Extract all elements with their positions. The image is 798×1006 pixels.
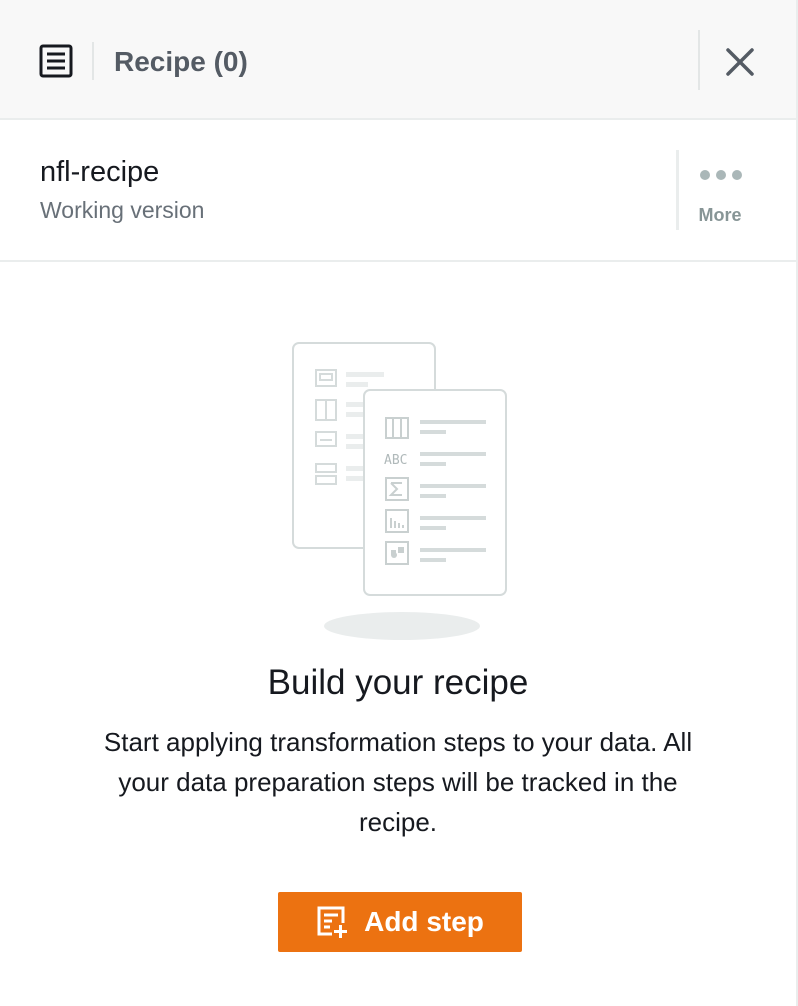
svg-text:ABC: ABC bbox=[384, 453, 407, 468]
add-step-icon bbox=[317, 906, 350, 939]
recipe-documents-illustration: ABC bbox=[292, 342, 507, 640]
panel-title: Recipe (0) bbox=[114, 46, 248, 77]
empty-state-description: Start applying transformation steps to y… bbox=[103, 727, 693, 837]
recipe-panel: Recipe (0) nfl-recipe Working version Mo… bbox=[0, 0, 798, 1006]
more-label: More bbox=[698, 205, 742, 225]
list-icon bbox=[39, 44, 73, 78]
add-step-button[interactable]: Add step bbox=[278, 892, 522, 952]
recipe-row-divider bbox=[676, 150, 679, 230]
header-divider-right bbox=[698, 30, 700, 90]
empty-state-title: Build your recipe bbox=[267, 663, 529, 702]
ellipsis-icon bbox=[700, 170, 742, 180]
close-icon[interactable] bbox=[720, 42, 760, 82]
recipe-info-row: nfl-recipe Working version More bbox=[0, 120, 796, 262]
recipe-name: nfl-recipe bbox=[40, 156, 160, 188]
more-button[interactable]: More bbox=[690, 160, 750, 230]
panel-header: Recipe (0) bbox=[0, 0, 796, 120]
header-divider bbox=[92, 42, 94, 80]
recipe-version: Working version bbox=[40, 197, 205, 223]
add-step-label: Add step bbox=[364, 906, 484, 937]
